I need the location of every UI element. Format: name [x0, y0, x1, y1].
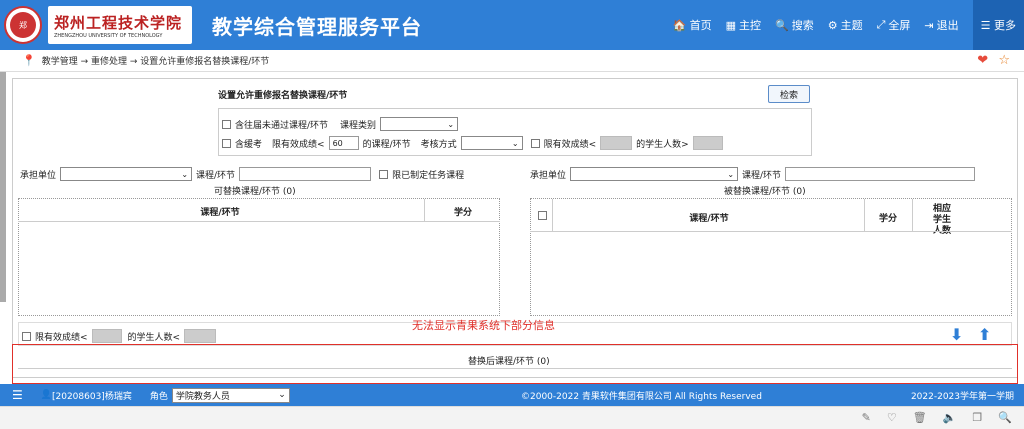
limit-score-input[interactable]: 60 — [328, 136, 359, 150]
exam-method-select[interactable]: ⌄ — [460, 136, 523, 150]
left-caption: 可替换课程/环节 (0) — [214, 187, 296, 197]
location-pin-icon: 📍 — [22, 54, 36, 67]
tool-icon[interactable]: ✎ — [862, 411, 871, 424]
right-caption: 被替换课程/环节 (0) — [724, 187, 806, 197]
nav-control[interactable]: ▦ 主控 — [726, 17, 761, 33]
platform-title: 教学综合管理服务平台 — [212, 14, 422, 39]
right-course-input[interactable] — [785, 167, 976, 181]
star-icon[interactable]: ☆ — [998, 53, 1010, 68]
include-deferred-checkbox[interactable] — [222, 138, 231, 148]
form-title: 设置允许重修报名替换课程/环节 — [218, 91, 348, 101]
nav-more[interactable]: ☰ 更多 — [972, 0, 1024, 50]
trash-icon[interactable]: 🗑 — [913, 411, 927, 424]
bottom-limit-checkbox[interactable] — [22, 331, 31, 341]
limit-task-checkbox[interactable] — [379, 169, 389, 179]
university-name: 郑州工程技术学院 ZHENGZHOU UNIVERSITY OF TECHNOL… — [48, 6, 192, 44]
logout-icon: ⇥ — [924, 18, 934, 32]
left-course-input[interactable] — [239, 167, 372, 181]
arrow-down-icon[interactable]: ⬇ — [950, 325, 963, 344]
window-icon[interactable]: ❐ — [972, 411, 982, 424]
user-info: 👤 [20208603]杨瑞宾 — [40, 390, 132, 402]
role-selector: 角色 学院教务人员 ⌄ — [150, 387, 290, 403]
student-count-input[interactable] — [692, 136, 723, 150]
heart-outline-icon[interactable]: ♡ — [887, 411, 897, 424]
limit-valid-checkbox[interactable] — [530, 138, 540, 148]
menu-toggle-icon[interactable]: ☰ — [12, 388, 23, 402]
search-button[interactable]: 检索 — [768, 85, 810, 103]
academic-term: 2022-2023学年第一学期 — [910, 392, 1014, 402]
footer-bar: ☰ 👤 [20208603]杨瑞宾 角色 学院教务人员 ⌄ ©2000-2022… — [0, 384, 1024, 406]
top-header: 郑 郑州工程技术学院 ZHENGZHOU UNIVERSITY OF TECHN… — [0, 0, 1024, 50]
university-logo: 郑 郑州工程技术学院 ZHENGZHOU UNIVERSITY OF TECHN… — [4, 6, 192, 44]
dashboard-icon: ▦ — [725, 18, 737, 32]
search-icon: 🔍 — [775, 18, 789, 32]
chevron-down-icon: ⌄ — [278, 390, 286, 400]
select-all-checkbox[interactable] — [538, 211, 547, 220]
right-unit-select[interactable]: ⌄ — [570, 167, 739, 181]
left-scroll-strip — [0, 72, 6, 302]
fullscreen-icon: ⤢ — [876, 18, 886, 31]
nav-theme[interactable]: ⚙ 主题 — [828, 17, 863, 33]
nav-home[interactable]: 🏠 首页 — [673, 17, 712, 33]
copyright: ©2000-2022 青果软件集团有限公司 All Rights Reserve… — [521, 392, 762, 402]
user-icon: 👤 — [40, 390, 52, 400]
score-range-input[interactable] — [600, 136, 633, 150]
left-unit-select[interactable]: ⌄ — [60, 167, 193, 181]
role-select[interactable]: 学院教务人员 ⌄ — [171, 387, 290, 403]
course-type-select[interactable]: ⌄ — [380, 117, 459, 131]
top-nav: 🏠 首页 ▦ 主控 🔍 搜索 ⚙ 主题 ⤢ 全屏 ⇥ 退出 ☰ 更多 — [673, 0, 1024, 50]
favorite-heart-icon[interactable]: ❤ — [977, 53, 988, 68]
nav-logout[interactable]: ⇥ 退出 — [924, 17, 958, 33]
breadcrumb: 📍 教学管理 → 重修处理 → 设置允许重修报名替换课程/环节 ❤ ☆ — [0, 50, 1024, 72]
bottom-toolbar: ✎ ♡ 🗑 🔈 ❐ 🔍 — [0, 406, 1024, 429]
speaker-icon[interactable]: 🔈 — [943, 411, 957, 424]
menu-icon: ☰ — [980, 18, 994, 32]
bottom-count-input[interactable] — [184, 329, 217, 343]
bottom-score-input[interactable] — [91, 329, 122, 343]
nav-fullscreen[interactable]: ⤢ 全屏 — [877, 17, 911, 33]
include-failed-checkbox[interactable] — [222, 119, 231, 129]
zoom-icon[interactable]: 🔍 — [998, 411, 1012, 424]
gear-icon: ⚙ — [827, 18, 838, 32]
nav-search[interactable]: 🔍 搜索 — [775, 17, 814, 33]
warning-message: 无法显示青果系统下部分信息 — [412, 319, 555, 332]
arrow-up-icon[interactable]: ⬆ — [978, 325, 991, 344]
home-icon: 🏠 — [672, 18, 687, 32]
seal-icon: 郑 — [4, 6, 42, 44]
result-caption: 替换后课程/环节 (0) — [468, 357, 550, 367]
